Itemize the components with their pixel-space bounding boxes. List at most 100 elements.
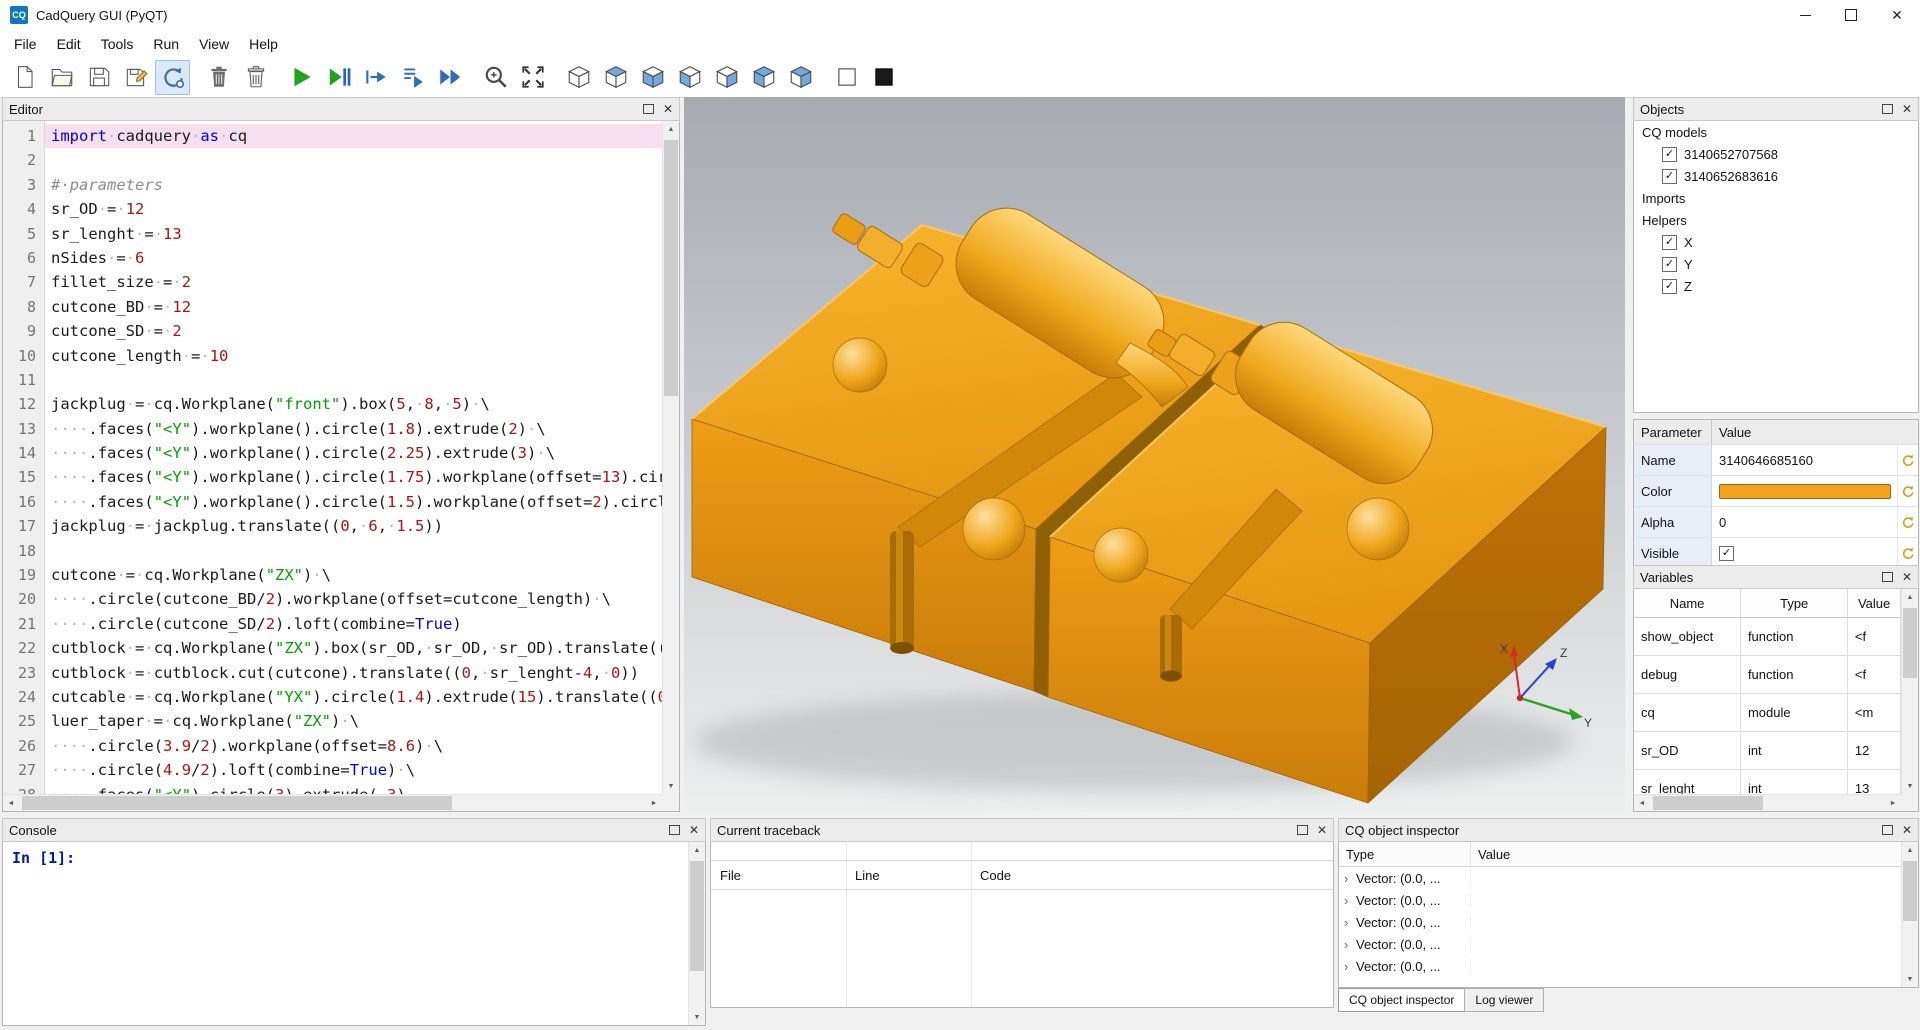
inspector-row-4[interactable]: ›Vector: (0.0, ... [1339, 933, 1901, 955]
scrollbar-thumb[interactable] [1903, 608, 1917, 678]
tree-item-x[interactable]: X [1634, 231, 1918, 253]
code-line-11[interactable] [45, 368, 662, 392]
reset-button[interactable] [1897, 538, 1918, 568]
view-front-button[interactable] [746, 60, 781, 95]
float-icon[interactable] [1882, 572, 1893, 582]
tree-item-3140652707568[interactable]: 3140652707568 [1634, 143, 1918, 165]
chevron-right-icon[interactable]: › [1344, 959, 1356, 974]
code-line-15[interactable]: ····.faces("<Y").workplane().circle(1.75… [45, 465, 662, 489]
menu-tools[interactable]: Tools [91, 32, 144, 56]
float-icon[interactable] [1882, 825, 1893, 835]
autoreload-button[interactable] [155, 60, 190, 95]
checkbox[interactable] [1662, 279, 1677, 294]
chevron-right-icon[interactable]: › [1344, 937, 1356, 952]
float-icon[interactable] [643, 104, 654, 114]
code-line-6[interactable]: nSides·=·6 [45, 246, 662, 270]
menu-view[interactable]: View [189, 32, 239, 56]
code-line-9[interactable]: cutcone_SD·=·2 [45, 319, 662, 343]
reset-button[interactable] [1897, 507, 1918, 537]
inspector-row-5[interactable]: ›Vector: (0.0, ... [1339, 955, 1901, 977]
close-button[interactable]: ✕ [1874, 0, 1920, 30]
scroll-down-arrow[interactable]: ▼ [663, 778, 679, 794]
maximize-button[interactable] [1828, 0, 1874, 30]
code-line-14[interactable]: ····.faces("<Y").workplane().circle(2.25… [45, 441, 662, 465]
save-file-button[interactable] [81, 60, 116, 95]
render-button[interactable] [284, 60, 319, 95]
variables-horizontal-scrollbar[interactable]: ◄ ► [1634, 794, 1901, 811]
3d-scene[interactable]: X Z Y [684, 97, 1625, 812]
code-line-2[interactable] [45, 148, 662, 172]
code-line-10[interactable]: cutcone_length·=·10 [45, 344, 662, 368]
menu-file[interactable]: File [4, 32, 47, 56]
code-line-26[interactable]: ····.circle(3.9/2).workplane(offset=8.6)… [45, 734, 662, 758]
float-icon[interactable] [1882, 104, 1893, 114]
close-icon[interactable]: ✕ [1902, 103, 1912, 115]
variable-row-debug[interactable]: debugfunction<f [1634, 656, 1901, 694]
close-icon[interactable]: ✕ [1317, 824, 1327, 836]
inspector-row-2[interactable]: ›Vector: (0.0, ... [1339, 889, 1901, 911]
step-button[interactable] [358, 60, 393, 95]
new-file-button[interactable] [7, 60, 42, 95]
chevron-right-icon[interactable]: › [1344, 871, 1356, 886]
objects-dock-header[interactable]: Objects ✕ [1633, 97, 1919, 121]
chevron-right-icon[interactable]: › [1344, 893, 1356, 908]
code-line-4[interactable]: sr_OD·=·12 [45, 197, 662, 221]
close-icon[interactable]: ✕ [1902, 824, 1912, 836]
editor-horizontal-scrollbar[interactable]: ◄ ► [3, 794, 662, 811]
tree-item-3140652683616[interactable]: 3140652683616 [1634, 165, 1918, 187]
debug-button[interactable] [321, 60, 356, 95]
close-icon[interactable]: ✕ [663, 103, 673, 115]
scroll-up-arrow[interactable]: ▲ [1902, 842, 1918, 858]
3d-viewport[interactable]: X Z Y [684, 97, 1625, 812]
scrollbar-thumb[interactable] [1903, 861, 1917, 921]
menu-edit[interactable]: Edit [47, 32, 91, 56]
checkbox[interactable] [1662, 169, 1677, 184]
console-vertical-scrollbar[interactable]: ▲ ▼ [688, 842, 705, 1025]
code-line-23[interactable]: cutblock·=·cutblock.cut(cutcone).transla… [45, 661, 662, 685]
tree-item-imports[interactable]: Imports [1634, 187, 1918, 209]
tree-item-z[interactable]: Z [1634, 275, 1918, 297]
menu-run[interactable]: Run [143, 32, 189, 56]
code-line-24[interactable]: cutcable·=·cq.Workplane("YX").circle(1.4… [45, 685, 662, 709]
code-line-13[interactable]: ····.faces("<Y").workplane().circle(1.8)… [45, 417, 662, 441]
variable-row-sr_OD[interactable]: sr_ODint12 [1634, 732, 1901, 770]
scroll-down-arrow[interactable]: ▼ [1902, 971, 1918, 987]
scroll-left-arrow[interactable]: ◄ [1634, 795, 1650, 811]
view-iso-button[interactable] [561, 60, 596, 95]
inspector-row-1[interactable]: ›Vector: (0.0, ... [1339, 867, 1901, 889]
code-line-7[interactable]: fillet_size·=·2 [45, 270, 662, 294]
scroll-up-arrow[interactable]: ▲ [663, 121, 679, 137]
float-icon[interactable] [1297, 825, 1308, 835]
code-line-22[interactable]: cutblock·=·cq.Workplane("ZX").box(sr_OD,… [45, 636, 662, 660]
property-value[interactable] [1712, 538, 1897, 568]
tab-log-viewer[interactable]: Log viewer [1464, 988, 1544, 1012]
close-icon[interactable]: ✕ [689, 824, 699, 836]
scroll-right-arrow[interactable]: ► [1885, 795, 1901, 811]
code-line-5[interactable]: sr_lenght·=·13 [45, 222, 662, 246]
scroll-down-arrow[interactable]: ▼ [689, 1009, 705, 1025]
variable-row-cq[interactable]: cqmodule<m [1634, 694, 1901, 732]
code-line-8[interactable]: cutcone_BD·=·12 [45, 295, 662, 319]
zoom-fit-button[interactable] [478, 60, 513, 95]
traceback-dock-header[interactable]: Current traceback ✕ [710, 818, 1334, 842]
code-line-18[interactable] [45, 539, 662, 563]
code-editor[interactable]: import·cadquery·as·cq #·parameterssr_OD·… [45, 121, 662, 794]
scroll-down-arrow[interactable]: ▼ [1902, 778, 1918, 794]
checkbox[interactable] [1662, 257, 1677, 272]
reset-button[interactable] [1897, 445, 1918, 475]
view-left-button[interactable] [672, 60, 707, 95]
tree-item-y[interactable]: Y [1634, 253, 1918, 275]
view-right-button[interactable] [709, 60, 744, 95]
color-swatch[interactable] [1719, 484, 1891, 499]
inspector-vertical-scrollbar[interactable]: ▲ ▼ [1901, 842, 1918, 987]
variables-dock-header[interactable]: Variables ✕ [1633, 565, 1919, 589]
fit-all-button[interactable] [515, 60, 550, 95]
console-dock-header[interactable]: Console ✕ [2, 818, 706, 842]
code-line-1[interactable]: import·cadquery·as·cq [45, 124, 662, 148]
view-bottom-button[interactable] [635, 60, 670, 95]
clear-button[interactable] [201, 60, 236, 95]
scrollbar-thumb[interactable] [664, 140, 678, 396]
checkbox[interactable] [1662, 235, 1677, 250]
reset-button[interactable] [1897, 476, 1918, 506]
variables-vertical-scrollbar[interactable]: ▲ ▼ [1901, 589, 1918, 794]
